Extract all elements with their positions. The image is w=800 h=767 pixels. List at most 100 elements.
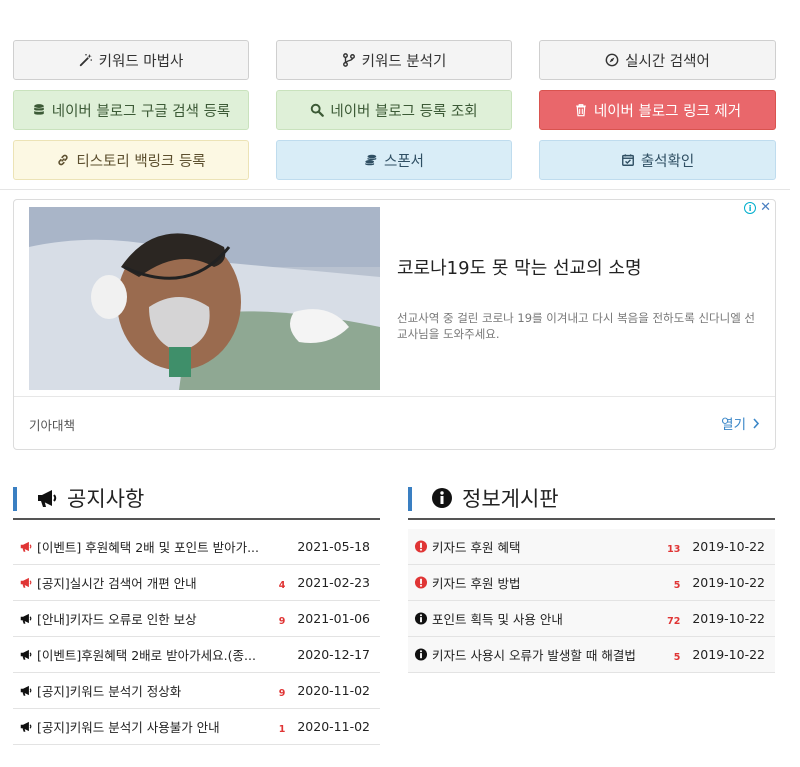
- notice-row-title[interactable]: [안내]키자드 오류로 인한 보상: [37, 609, 273, 628]
- sponsor-label: 스폰서: [383, 153, 425, 170]
- trash-icon: [576, 104, 586, 117]
- info-list: 키자드 후원 혜택 13 2019-10-22 키자드 후원 방법 5 2019…: [408, 529, 775, 673]
- chevron-right-icon: [753, 417, 760, 429]
- naver-blog-link-remove-button[interactable]: 네이버 블로그 링크 제거: [539, 90, 776, 130]
- info-row-title[interactable]: 키자드 사용시 오류가 발생할 때 해결법: [432, 645, 668, 664]
- attendance-check-label: 출석확인: [640, 153, 695, 170]
- tistory-backlink-register-label: 티스토리 백링크 등록: [76, 153, 206, 170]
- info-row[interactable]: 포인트 획득 및 사용 안내 72 2019-10-22: [408, 601, 775, 637]
- notice-row[interactable]: [공지]키워드 분석기 정상화 9 2020-11-02: [13, 673, 380, 709]
- ad-image[interactable]: [29, 207, 380, 390]
- keyword-analyzer-button[interactable]: 키워드 분석기: [276, 40, 512, 80]
- section-divider: [0, 189, 790, 190]
- info-row-date: 2019-10-22: [692, 539, 765, 554]
- compass-icon: [605, 53, 619, 67]
- info-row[interactable]: 키자드 후원 방법 5 2019-10-22: [408, 565, 775, 601]
- notice-row-title[interactable]: [공지]키워드 분석기 사용불가 안내: [37, 717, 273, 736]
- calendar-check-icon: [621, 154, 634, 166]
- info-row-date: 2019-10-22: [692, 647, 765, 662]
- ad-open-label: 열기: [721, 417, 746, 433]
- comment-count: 5: [673, 580, 681, 591]
- notice-row[interactable]: [공지]키워드 분석기 사용불가 안내 1 2020-11-02: [13, 709, 380, 745]
- notice-list: [이벤트] 후원혜택 2배 및 포인트 받아가... 2021-05-18 [공…: [13, 529, 380, 745]
- notice-row-title[interactable]: [이벤트] 후원혜택 2배 및 포인트 받아가...: [37, 537, 279, 556]
- notice-row-date: 2020-11-02: [297, 683, 370, 698]
- notice-board-header: 공지사항: [13, 478, 380, 520]
- magic-wand-icon: [79, 53, 92, 67]
- notice-row-date: 2021-05-18: [297, 539, 370, 554]
- info-row[interactable]: 키자드 후원 혜택 13 2019-10-22: [408, 529, 775, 565]
- notice-row[interactable]: [이벤트] 후원혜택 2배 및 포인트 받아가... 2021-05-18: [13, 529, 380, 565]
- naver-blog-register-check-label: 네이버 블로그 등록 조회: [330, 103, 478, 120]
- notice-row-title[interactable]: [공지]키워드 분석기 정상화: [37, 681, 273, 700]
- naver-blog-link-remove-label: 네이버 블로그 링크 제거: [593, 103, 742, 120]
- notice-board-title[interactable]: 공지사항: [67, 483, 144, 513]
- notice-row[interactable]: [공지]실시간 검색어 개편 안내 4 2021-02-23: [13, 565, 380, 601]
- menu-button-grid: 키워드 마법사 키워드 분석기 실시간 검색어 네이버 블로그 구글 검색 등록…: [13, 40, 776, 180]
- advertisement-card[interactable]: i ✕ 코로나19도 못 막는 선교의 소명 선교사역 중 걸린 코로나 19를…: [13, 199, 776, 450]
- notice-row-date: 2021-01-06: [297, 611, 370, 626]
- tistory-backlink-register-button[interactable]: 티스토리 백링크 등록: [13, 140, 249, 180]
- ad-title[interactable]: 코로나19도 못 막는 선교의 소명: [397, 254, 642, 280]
- info-circle-icon: [414, 612, 428, 625]
- notice-row-date: 2020-12-17: [297, 647, 370, 662]
- notice-row[interactable]: [이벤트]후원혜택 2배로 받아가세요.(종... 2020-12-17: [13, 637, 380, 673]
- info-row-title[interactable]: 키자드 후원 방법: [432, 573, 668, 592]
- comment-count: 13: [667, 544, 681, 555]
- info-row-date: 2019-10-22: [692, 575, 765, 590]
- sponsor-button[interactable]: 스폰서: [276, 140, 512, 180]
- megaphone-icon: [20, 577, 32, 588]
- comment-count: 9: [278, 616, 286, 627]
- comment-count: 9: [278, 688, 286, 699]
- ad-photo-illustration: [29, 207, 380, 390]
- info-board-header: 정보게시판: [408, 478, 775, 520]
- megaphone-icon: [20, 613, 32, 624]
- exclamation-circle-icon: [414, 540, 428, 553]
- ad-choices-badge[interactable]: i ✕: [744, 201, 771, 214]
- realtime-search-button[interactable]: 실시간 검색어: [539, 40, 776, 80]
- ad-info-icon[interactable]: i: [744, 202, 757, 214]
- attendance-check-button[interactable]: 출석확인: [539, 140, 776, 180]
- naver-blog-google-register-label: 네이버 블로그 구글 검색 등록: [51, 103, 231, 120]
- keyword-wizard-label: 키워드 마법사: [98, 53, 184, 70]
- notice-row-title[interactable]: [이벤트]후원혜택 2배로 받아가세요.(종...: [37, 645, 279, 664]
- comment-count: 72: [667, 616, 681, 627]
- link-icon: [58, 154, 69, 166]
- info-row-title[interactable]: 키자드 후원 혜택: [432, 537, 661, 556]
- notice-row-title[interactable]: [공지]실시간 검색어 개편 안내: [37, 573, 273, 592]
- exclamation-circle-icon: [414, 576, 428, 589]
- coins-icon: [365, 154, 377, 166]
- ad-separator: [14, 396, 775, 397]
- info-row-date: 2019-10-22: [692, 611, 765, 626]
- database-icon: [33, 104, 44, 115]
- notice-row-date: 2020-11-02: [297, 719, 370, 734]
- info-circle-icon: [414, 648, 428, 661]
- comment-count: 5: [673, 652, 681, 663]
- realtime-search-label: 실시간 검색어: [625, 53, 710, 70]
- info-circle-icon: [432, 488, 452, 508]
- keyword-wizard-button[interactable]: 키워드 마법사: [13, 40, 249, 80]
- ad-sponsor-name: 기아대책: [29, 418, 76, 433]
- comment-count: 4: [278, 580, 286, 591]
- ad-description: 선교사역 중 걸린 코로나 19를 이겨내고 다시 복음을 전하도록 신다니엘 …: [397, 311, 756, 341]
- naver-blog-register-check-button[interactable]: 네이버 블로그 등록 조회: [276, 90, 512, 130]
- info-board: 정보게시판 키자드 후원 혜택 13 2019-10-22 키자드 후원 방법 …: [408, 478, 775, 673]
- ad-close-icon[interactable]: ✕: [760, 201, 771, 214]
- comment-count: 1: [278, 724, 286, 735]
- info-board-title[interactable]: 정보게시판: [462, 483, 559, 513]
- notice-row-date: 2021-02-23: [297, 575, 370, 590]
- code-branch-icon: [342, 53, 355, 67]
- megaphone-icon: [20, 649, 32, 660]
- info-row[interactable]: 키자드 사용시 오류가 발생할 때 해결법 5 2019-10-22: [408, 637, 775, 673]
- search-icon: [311, 103, 325, 117]
- megaphone-icon: [38, 490, 57, 507]
- megaphone-icon: [20, 541, 32, 552]
- notice-row[interactable]: [안내]키자드 오류로 인한 보상 9 2021-01-06: [13, 601, 380, 637]
- ad-open-link[interactable]: 열기: [721, 413, 760, 433]
- naver-blog-google-register-button[interactable]: 네이버 블로그 구글 검색 등록: [13, 90, 249, 130]
- notice-board: 공지사항 [이벤트] 후원혜택 2배 및 포인트 받아가... 2021-05-…: [13, 478, 380, 745]
- info-row-title[interactable]: 포인트 획득 및 사용 안내: [432, 609, 661, 628]
- megaphone-icon: [20, 721, 32, 732]
- megaphone-icon: [20, 685, 32, 696]
- keyword-analyzer-label: 키워드 분석기: [361, 53, 447, 70]
